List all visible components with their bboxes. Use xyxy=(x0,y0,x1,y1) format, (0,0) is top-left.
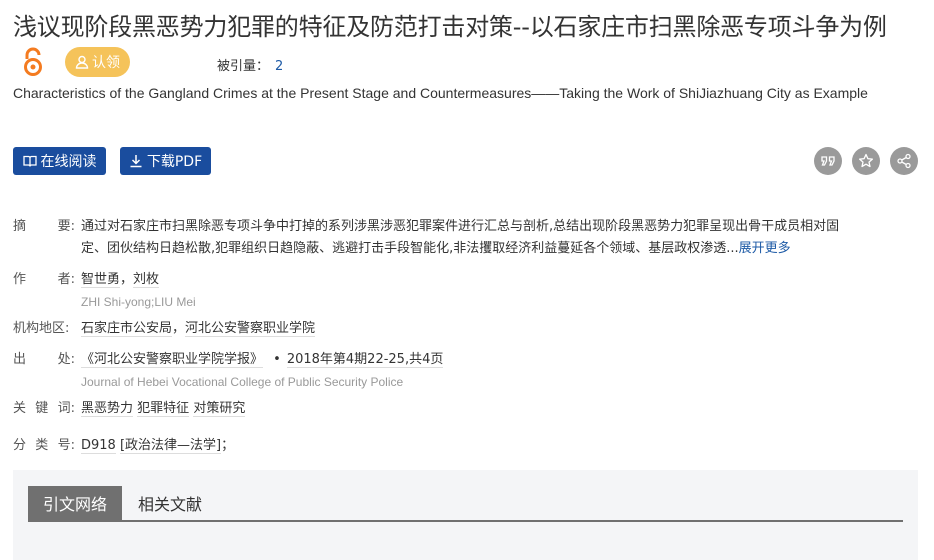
author-link[interactable]: 智世勇 xyxy=(81,272,121,288)
classification-values: D918 [政治法律—法学]； xyxy=(81,438,235,454)
open-access-icon xyxy=(24,47,42,76)
abstract-text: 通过对石家庄市扫黑除恶专项斗争中打掉的系列涉黑涉恶犯罪案件进行汇总与剖析,总结出… xyxy=(81,219,840,256)
expand-more-link[interactable]: 展开更多 xyxy=(739,241,791,256)
abstract-row: 摘要: 通过对石家庄市扫黑除恶专项斗争中打掉的系列涉黑涉恶犯罪案件进行汇总与剖析… xyxy=(13,216,918,260)
source-values: 《河北公安警察职业学院学报》 • 2018年第4期22-25,共4页 Journa… xyxy=(81,349,444,393)
tabs-panel: 引文网络 相关文献 xyxy=(13,470,918,560)
download-icon xyxy=(130,155,142,168)
claim-label: 认领 xyxy=(92,55,120,71)
share-button[interactable] xyxy=(890,147,918,175)
user-icon xyxy=(75,55,89,69)
class-code-link[interactable]: D918 xyxy=(81,438,116,454)
download-pdf-button[interactable]: 下载PDF xyxy=(120,147,211,175)
keyword-link[interactable]: 黑恶势力 xyxy=(81,401,134,417)
cite-button[interactable] xyxy=(814,147,842,175)
source-row: 出处: 《河北公安警察职业学院学报》 • 2018年第4期22-25,共4页 Jo… xyxy=(13,349,613,393)
classification-label: 分类号: xyxy=(13,438,75,453)
cite-number[interactable]: 2 xyxy=(275,59,283,74)
author-row: 作者: 智世勇，刘枚 ZHI Shi-yong;LIU Mei xyxy=(13,269,513,313)
tab-citation-network[interactable]: 引文网络 xyxy=(28,486,122,520)
institution-row: 机构地区: 石家庄市公安局，河北公安警察职业学院 xyxy=(13,318,513,340)
keyword-link[interactable]: 对策研究 xyxy=(193,401,246,417)
quote-icon xyxy=(821,156,835,166)
author-label: 作者: xyxy=(13,272,75,287)
author-link[interactable]: 刘枚 xyxy=(133,272,160,288)
source-label: 出处: xyxy=(13,352,75,367)
tab-underline xyxy=(28,520,903,522)
keywords-label: 关键词: xyxy=(13,401,75,416)
keyword-link[interactable]: 犯罪特征 xyxy=(137,401,190,417)
institution-link[interactable]: 河北公安警察职业学院 xyxy=(185,321,316,337)
share-icon xyxy=(897,153,911,169)
book-icon xyxy=(22,155,37,167)
download-pdf-label: 下载PDF xyxy=(146,154,203,170)
institution-link[interactable]: 石家庄市公安局 xyxy=(81,321,173,337)
institution-values: 石家庄市公安局，河北公安警察职业学院 xyxy=(81,321,316,337)
tab-related-literature[interactable]: 相关文献 xyxy=(125,486,215,520)
issue-link[interactable]: 2018年第4期22-25,共4页 xyxy=(286,352,444,368)
cite-label: 被引量： xyxy=(217,59,270,74)
star-icon xyxy=(858,153,874,168)
author-english: ZHI Shi-yong;LIU Mei xyxy=(81,295,196,309)
page-title: 浅议现阶段黑恶势力犯罪的特征及防范打击对策--以石家庄市扫黑除恶专项斗争为例 xyxy=(13,13,887,41)
journal-english: Journal of Hebei Vocational College of P… xyxy=(81,375,404,389)
favorite-button[interactable] xyxy=(852,147,880,175)
institution-label: 机构地区: xyxy=(13,321,70,336)
read-online-button[interactable]: 在线阅读 xyxy=(13,147,106,175)
read-online-label: 在线阅读 xyxy=(40,154,97,170)
english-title: Characteristics of the Gangland Crimes a… xyxy=(13,85,868,101)
classification-row: 分类号: D918 [政治法律—法学]； xyxy=(13,435,513,457)
journal-link[interactable]: 《河北公安警察职业学院学报》 xyxy=(81,352,264,368)
class-desc-link[interactable]: [政治法律—法学] xyxy=(119,438,222,454)
abstract-label: 摘要: xyxy=(13,219,75,234)
cite-count: 被引量： 2 xyxy=(217,55,283,74)
keywords-values: 黑恶势力 犯罪特征 对策研究 xyxy=(81,398,246,420)
author-values: 智世勇，刘枚 ZHI Shi-yong;LIU Mei xyxy=(81,269,196,313)
claim-badge[interactable]: 认领 xyxy=(65,47,130,77)
keywords-row: 关键词: 黑恶势力 犯罪特征 对策研究 xyxy=(13,398,513,420)
